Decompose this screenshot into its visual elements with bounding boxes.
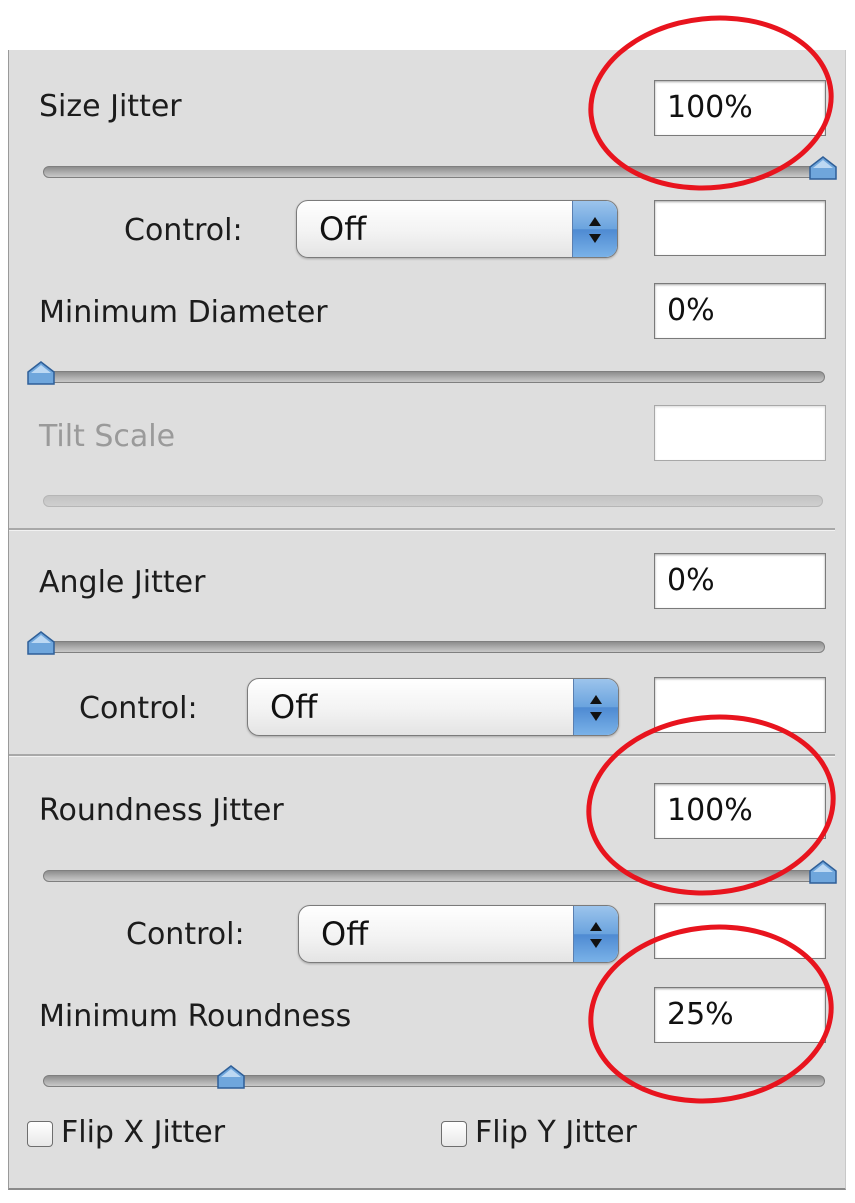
angle-jitter-slider[interactable] <box>39 641 825 653</box>
size-control-select[interactable]: Off <box>296 200 618 258</box>
minimum-diameter-label: Minimum Diameter <box>39 295 328 330</box>
angle-control-label: Control: <box>79 691 198 726</box>
flip-y-jitter-label: Flip Y Jitter <box>475 1115 637 1150</box>
roundness-jitter-label: Roundness Jitter <box>39 793 284 828</box>
section-divider <box>9 528 835 531</box>
minimum-roundness-slider-thumb[interactable] <box>217 1065 245 1089</box>
flip-x-jitter-label: Flip X Jitter <box>61 1115 226 1150</box>
flip-y-jitter-checkbox[interactable] <box>441 1121 467 1147</box>
tilt-scale-field <box>654 405 826 461</box>
roundness-control-select-value: Off <box>321 915 369 953</box>
up-down-chevron-icon <box>573 906 618 962</box>
angle-jitter-label: Angle Jitter <box>39 565 206 600</box>
minimum-diameter-slider[interactable] <box>39 371 825 383</box>
size-jitter-slider-thumb[interactable] <box>809 156 837 180</box>
size-control-label: Control: <box>124 213 243 248</box>
roundness-jitter-slider-thumb[interactable] <box>809 860 837 884</box>
tilt-scale-label: Tilt Scale <box>39 419 176 454</box>
minimum-diameter-slider-thumb[interactable] <box>27 361 55 385</box>
size-control-select-value: Off <box>319 210 367 248</box>
size-jitter-label: Size Jitter <box>39 89 182 124</box>
angle-jitter-slider-thumb[interactable] <box>27 631 55 655</box>
tilt-scale-slider <box>43 495 823 507</box>
flip-x-jitter-checkbox[interactable] <box>27 1121 53 1147</box>
size-control-field[interactable] <box>654 200 826 256</box>
minimum-diameter-field[interactable]: 0% <box>654 283 826 339</box>
angle-jitter-field[interactable]: 0% <box>654 553 826 609</box>
angle-control-select-value: Off <box>270 688 318 726</box>
up-down-chevron-icon <box>572 201 617 257</box>
up-down-chevron-icon <box>573 679 618 735</box>
minimum-roundness-label: Minimum Roundness <box>39 999 352 1034</box>
roundness-control-label: Control: <box>126 917 245 952</box>
angle-control-select[interactable]: Off <box>247 678 619 736</box>
roundness-control-select[interactable]: Off <box>298 905 619 963</box>
